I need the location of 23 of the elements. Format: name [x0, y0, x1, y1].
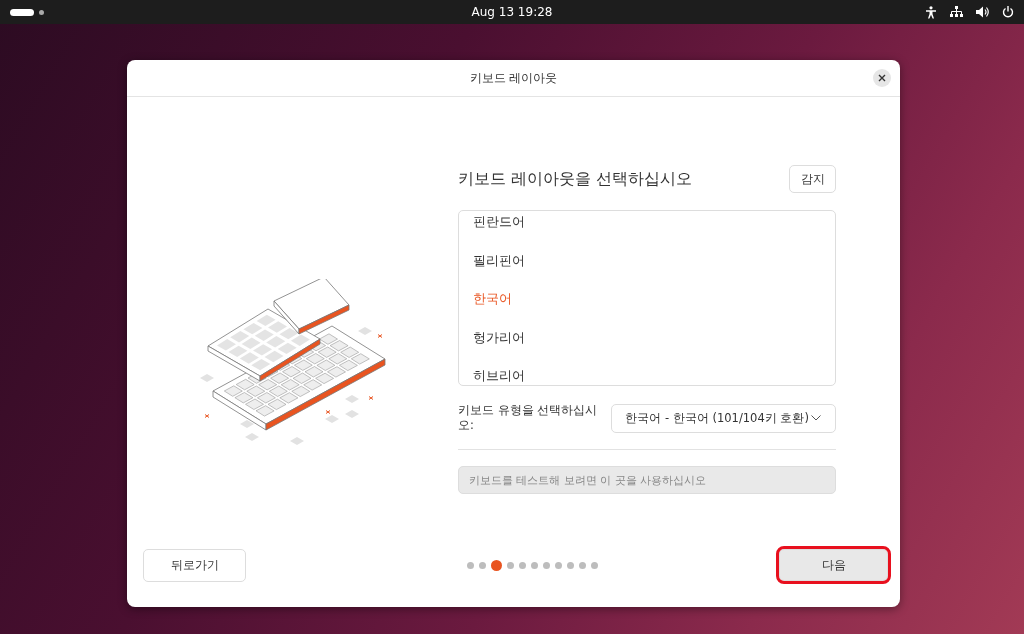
workspace-dot[interactable]: [39, 9, 44, 15]
section-heading: 키보드 레이아웃을 선택하십시오: [458, 168, 693, 190]
next-button[interactable]: 다음: [779, 549, 888, 581]
volume-icon[interactable]: [976, 6, 989, 18]
layout-item[interactable]: 핀란드어: [459, 211, 835, 242]
layout-item[interactable]: 필리핀어: [459, 241, 835, 280]
layout-item[interactable]: 헝가리어: [459, 318, 835, 357]
back-button[interactable]: 뒤로가기: [143, 548, 246, 582]
power-icon[interactable]: [1002, 6, 1014, 18]
close-icon: [878, 74, 886, 82]
close-button[interactable]: [873, 69, 891, 87]
window-title: 키보드 레이아웃: [469, 70, 558, 86]
test-input-field[interactable]: 키보드를 테스트해 보려면 이 곳을 사용하십시오: [458, 466, 836, 494]
workspace-indicator[interactable]: [10, 8, 34, 16]
network-icon[interactable]: [950, 6, 963, 18]
clock[interactable]: Aug 13 19:28: [471, 5, 553, 19]
variant-dropdown[interactable]: 한국어 - 한국어 (101/104키 호환): [611, 403, 836, 433]
variant-label: 키보드 유형을 선택하십시오:: [458, 403, 599, 433]
chevron-down-icon: [811, 415, 821, 421]
layout-item[interactable]: 히브리어: [459, 357, 835, 385]
layout-item[interactable]: 한국어: [459, 280, 835, 319]
accessibility-icon[interactable]: [925, 5, 937, 19]
detect-button[interactable]: 감지: [789, 165, 836, 193]
